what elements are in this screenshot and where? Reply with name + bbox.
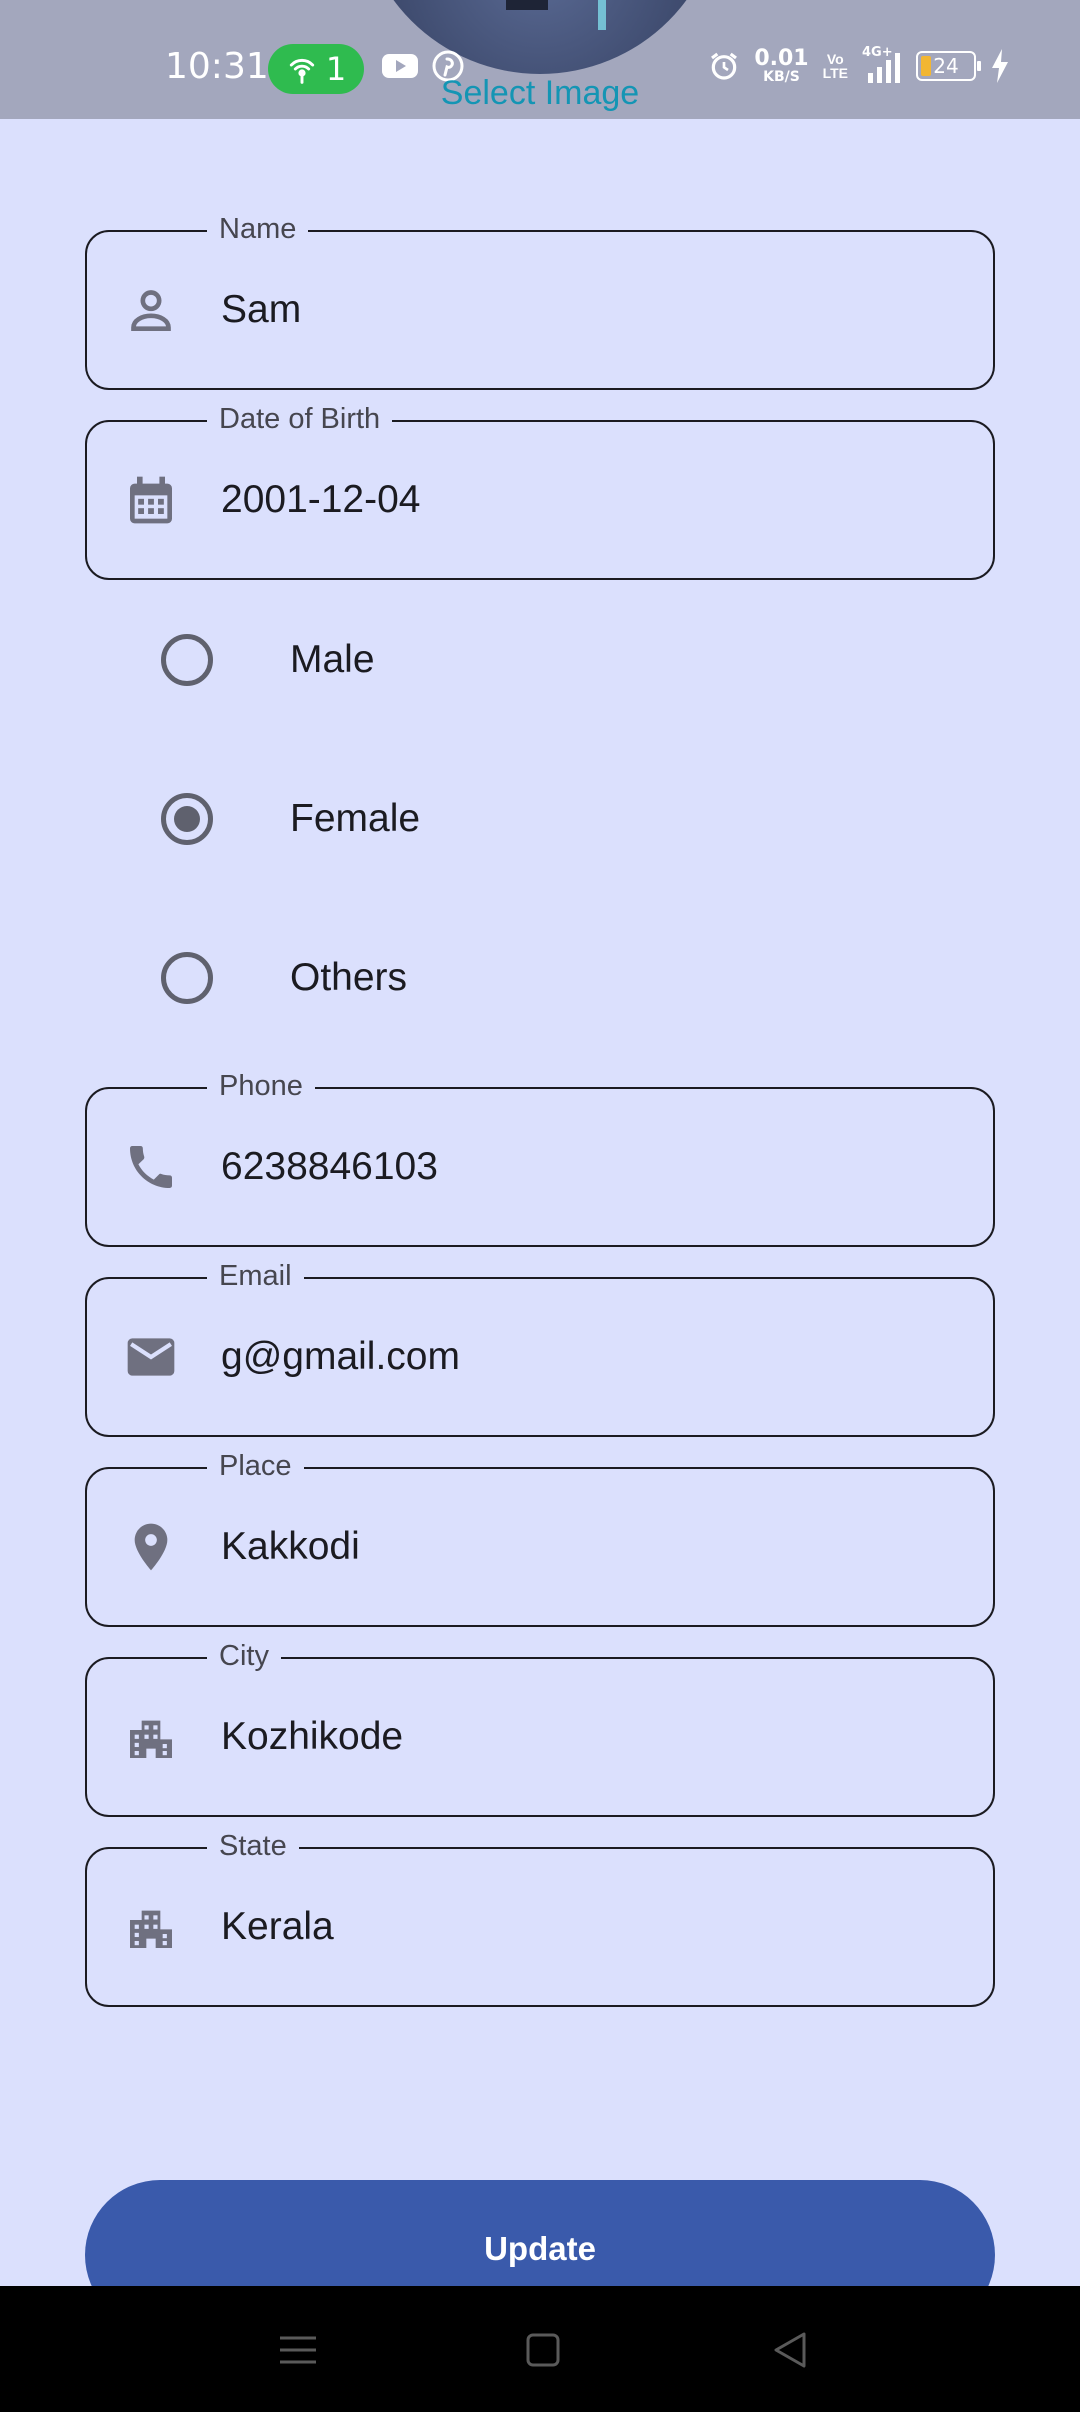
volte-bottom-label: LTE	[822, 65, 848, 81]
signal-bars-icon	[868, 53, 900, 83]
status-right-icons: 0.01 KB/S Vo LTE 4G+ 24	[708, 45, 1010, 85]
network-speed: 0.01 KB/S	[754, 46, 809, 85]
volte-indicator: Vo LTE	[823, 52, 848, 80]
status-bar: 10:31 1 Select Image 0.01 KB/S Vo LTE 4G…	[0, 0, 1080, 119]
place-field-value: Kakkodi	[221, 1525, 360, 1568]
mail-icon	[127, 1338, 175, 1376]
dob-field[interactable]: Date of Birth 2001-12-04	[85, 401, 995, 580]
place-field-label: Place	[207, 1448, 304, 1484]
person-icon	[131, 290, 171, 331]
radio-button[interactable]	[161, 952, 213, 1004]
building-icon	[130, 1720, 172, 1758]
phone-field-label: Phone	[207, 1068, 315, 1104]
name-field-value: Sam	[221, 288, 302, 331]
menu-icon[interactable]	[270, 2322, 326, 2378]
radio-button[interactable]	[161, 634, 213, 686]
city-field-label: City	[207, 1638, 281, 1674]
battery-level: 24	[933, 54, 959, 78]
battery-indicator: 24	[916, 51, 981, 81]
gender-radio-others[interactable]: Others	[85, 923, 995, 1033]
name-field[interactable]: Name Sam	[85, 211, 995, 390]
alarm-icon	[711, 52, 738, 80]
home-icon[interactable]	[515, 2322, 571, 2378]
calendar-icon	[130, 476, 172, 524]
volte-top-label: Vo	[826, 51, 844, 67]
profile-edit-screen: 10:31 1 Select Image 0.01 KB/S Vo LTE 4G…	[0, 0, 1080, 2412]
cell-signal: 4G+	[862, 45, 902, 83]
name-field-label: Name	[207, 211, 309, 247]
radio-button-selected[interactable]	[161, 793, 213, 845]
gender-radio-male[interactable]: Male	[85, 605, 995, 715]
radio-label-others: Others	[290, 956, 408, 999]
state-field[interactable]: State Kerala	[85, 1828, 995, 2007]
state-field-value: Kerala	[221, 1905, 334, 1948]
state-field-label: State	[207, 1828, 299, 1864]
radio-label-male: Male	[290, 638, 375, 681]
dob-field-value: 2001-12-04	[221, 478, 421, 521]
back-icon[interactable]	[762, 2322, 818, 2378]
dob-field-label: Date of Birth	[207, 401, 393, 437]
radio-label-female: Female	[290, 797, 421, 840]
location-pin-icon	[134, 1523, 168, 1571]
phone-field[interactable]: Phone 6238846103	[85, 1068, 995, 1247]
profile-image-detail	[506, 0, 548, 10]
city-field[interactable]: City Kozhikode	[85, 1638, 995, 1817]
phone-field-value: 6238846103	[221, 1145, 438, 1188]
profile-image-detail	[598, 0, 606, 30]
email-field-label: Email	[207, 1258, 304, 1294]
gender-radio-female[interactable]: Female	[85, 764, 995, 874]
building-icon	[130, 1910, 172, 1948]
email-field[interactable]: Email g@gmail.com	[85, 1258, 995, 1437]
email-field-value: g@gmail.com	[221, 1335, 460, 1378]
place-field[interactable]: Place Kakkodi	[85, 1448, 995, 1627]
network-speed-value: 0.01	[754, 46, 809, 71]
network-speed-unit: KB/S	[763, 69, 800, 85]
charging-icon	[992, 49, 1008, 83]
phone-icon	[130, 1146, 172, 1188]
system-nav-bar	[0, 2286, 1080, 2412]
city-field-value: Kozhikode	[221, 1715, 404, 1758]
